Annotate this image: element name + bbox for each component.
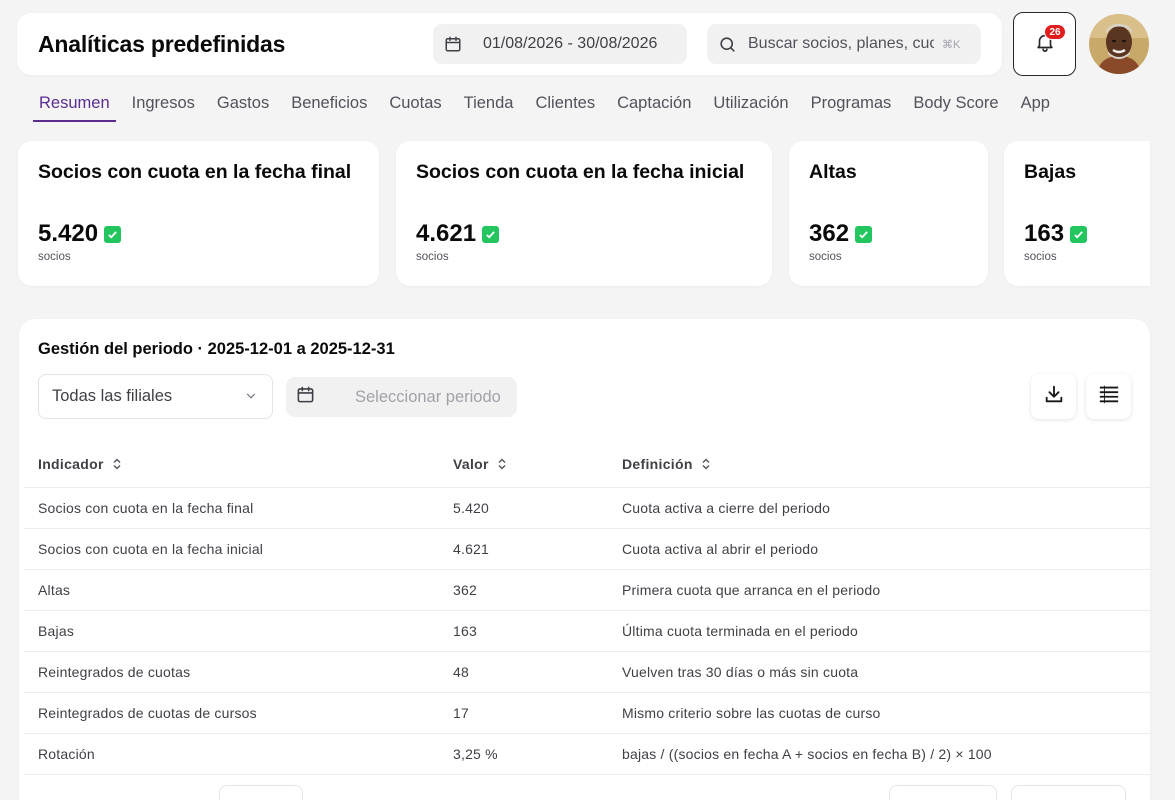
cell-valor: 48 [439, 651, 608, 693]
calendar-icon [296, 385, 315, 409]
cell-indicador: Bajas [24, 610, 439, 652]
cell-indicador: Reintegrados de cuotas de cursos [24, 692, 439, 734]
kpi-card: Bajas 163 socios [1004, 141, 1150, 286]
search-icon [717, 34, 737, 54]
cell-valor: 17 [439, 692, 608, 734]
list-icon [1098, 383, 1120, 410]
tab-resumen[interactable]: Resumen [33, 94, 116, 122]
cell-indicador: Reintegrados de cuotas [24, 651, 439, 693]
columns-button[interactable] [1086, 374, 1131, 419]
sort-icon [701, 457, 711, 473]
cell-valor: 362 [439, 569, 608, 611]
check-icon [855, 225, 873, 243]
period-panel: Gestión del periodo · 2025-12-01 a 2025-… [19, 319, 1150, 800]
column-header-label: Valor [453, 456, 489, 473]
table-row[interactable]: Bajas 163 Última cuota terminada en el p… [24, 610, 1150, 652]
kpi-card: Altas 362 socios [789, 141, 988, 286]
kpi-title: Socios con cuota en la fecha final [38, 161, 352, 183]
filial-select[interactable]: Todas las filiales [38, 374, 273, 419]
notifications-button[interactable]: 26 [1013, 12, 1076, 76]
kpi-title: Altas [809, 161, 857, 183]
tab-body-score[interactable]: Body Score [907, 94, 1004, 122]
kpi-unit: socios [809, 251, 842, 263]
check-icon [1070, 225, 1088, 243]
check-icon [104, 225, 122, 243]
search-box[interactable]: ⌘K [707, 24, 981, 64]
kpi-card: Socios con cuota en la fecha final 5.420… [18, 141, 379, 286]
tab-tienda[interactable]: Tienda [458, 94, 520, 122]
column-header-valor[interactable]: Valor [439, 443, 608, 488]
tab-gastos[interactable]: Gastos [211, 94, 275, 122]
notification-badge: 26 [1044, 24, 1066, 40]
check-icon [482, 225, 500, 243]
kpi-card: Socios con cuota en la fecha inicial 4.6… [396, 141, 772, 286]
period-picker[interactable]: Seleccionar periodo [286, 377, 517, 417]
table-row[interactable]: Reintegrados de cuotas 48 Vuelven tras 3… [24, 651, 1150, 693]
kpi-unit: socios [1024, 251, 1057, 263]
calendar-icon [443, 34, 463, 54]
cell-definicion: Mismo criterio sobre las cuotas de curso [608, 692, 1150, 734]
tab-ingresos[interactable]: Ingresos [126, 94, 201, 122]
search-input[interactable] [748, 35, 934, 53]
column-header-indicador[interactable]: Indicador [24, 443, 439, 488]
kpi-unit: socios [416, 251, 449, 263]
cell-valor: 163 [439, 610, 608, 652]
kpi-value: 163 [1024, 220, 1065, 247]
kpi-value: 362 [809, 220, 850, 247]
period-placeholder: Seleccionar periodo [355, 387, 501, 406]
table-row[interactable]: Socios con cuota en la fecha final 5.420… [24, 487, 1150, 529]
pagination-control[interactable] [219, 785, 303, 800]
cell-indicador: Rotación [24, 733, 439, 775]
cell-valor: 5.420 [439, 487, 608, 529]
table-row[interactable]: Rotación 3,25 % bajas / ((socios en fech… [24, 733, 1150, 775]
filial-select-value: Todas las filiales [52, 387, 173, 405]
cell-indicador: Socios con cuota en la fecha final [24, 487, 439, 529]
cell-definicion: Primera cuota que arranca en el periodo [608, 569, 1150, 611]
column-header-label: Definición [622, 456, 693, 473]
cell-valor: 3,25 % [439, 733, 608, 775]
next-page-button[interactable] [1011, 785, 1126, 800]
tab-captacion[interactable]: Captación [611, 94, 697, 122]
date-range-picker[interactable]: 01/08/2026 - 30/08/2026 [433, 24, 687, 64]
cell-definicion: bajas / ((socios en fecha A + socios en … [608, 733, 1150, 775]
chevron-down-icon [244, 389, 258, 408]
kpi-title: Socios con cuota en la fecha inicial [416, 161, 745, 183]
tab-cuotas[interactable]: Cuotas [383, 94, 447, 122]
header-bar: Analíticas predefinidas 01/08/2026 - 30/… [17, 13, 1002, 75]
cell-definicion: Última cuota terminada en el periodo [608, 610, 1150, 652]
tab-beneficios[interactable]: Beneficios [285, 94, 373, 122]
column-header-definicion[interactable]: Definición [608, 443, 1150, 488]
table-row[interactable]: Reintegrados de cuotas de cursos 17 Mism… [24, 692, 1150, 734]
analytics-tabs: Resumen Ingresos Gastos Beneficios Cuota… [33, 94, 1066, 124]
download-icon [1043, 383, 1065, 410]
tab-programas[interactable]: Programas [805, 94, 898, 122]
kpi-value: 4.621 [416, 220, 477, 247]
sort-icon [497, 457, 507, 473]
cell-definicion: Cuota activa a cierre del periodo [608, 487, 1150, 529]
search-shortcut: ⌘K [942, 38, 961, 51]
panel-title: Gestión del periodo · 2025-12-01 a 2025-… [38, 340, 395, 358]
sort-icon [112, 457, 122, 473]
cell-indicador: Socios con cuota en la fecha inicial [24, 528, 439, 570]
download-button[interactable] [1031, 374, 1076, 419]
indicators-table: Indicador Valor Definición Socios con cu… [24, 443, 1150, 775]
column-header-label: Indicador [38, 456, 104, 473]
cell-indicador: Altas [24, 569, 439, 611]
cell-definicion: Cuota activa al abrir el periodo [608, 528, 1150, 570]
tab-clientes[interactable]: Clientes [529, 94, 601, 122]
table-row[interactable]: Altas 362 Primera cuota que arranca en e… [24, 569, 1150, 611]
kpi-unit: socios [38, 251, 71, 263]
date-range-value: 01/08/2026 - 30/08/2026 [483, 35, 658, 52]
table-row[interactable]: Socios con cuota en la fecha inicial 4.6… [24, 528, 1150, 570]
cell-definicion: Vuelven tras 30 días o más sin cuota [608, 651, 1150, 693]
avatar[interactable] [1089, 14, 1149, 74]
kpi-value: 5.420 [38, 220, 99, 247]
tab-app[interactable]: App [1015, 94, 1056, 122]
previous-page-button[interactable] [889, 785, 997, 800]
tab-utilizacion[interactable]: Utilización [707, 94, 794, 122]
kpi-title: Bajas [1024, 161, 1077, 183]
cell-valor: 4.621 [439, 528, 608, 570]
page-title: Analíticas predefinidas [38, 31, 286, 57]
